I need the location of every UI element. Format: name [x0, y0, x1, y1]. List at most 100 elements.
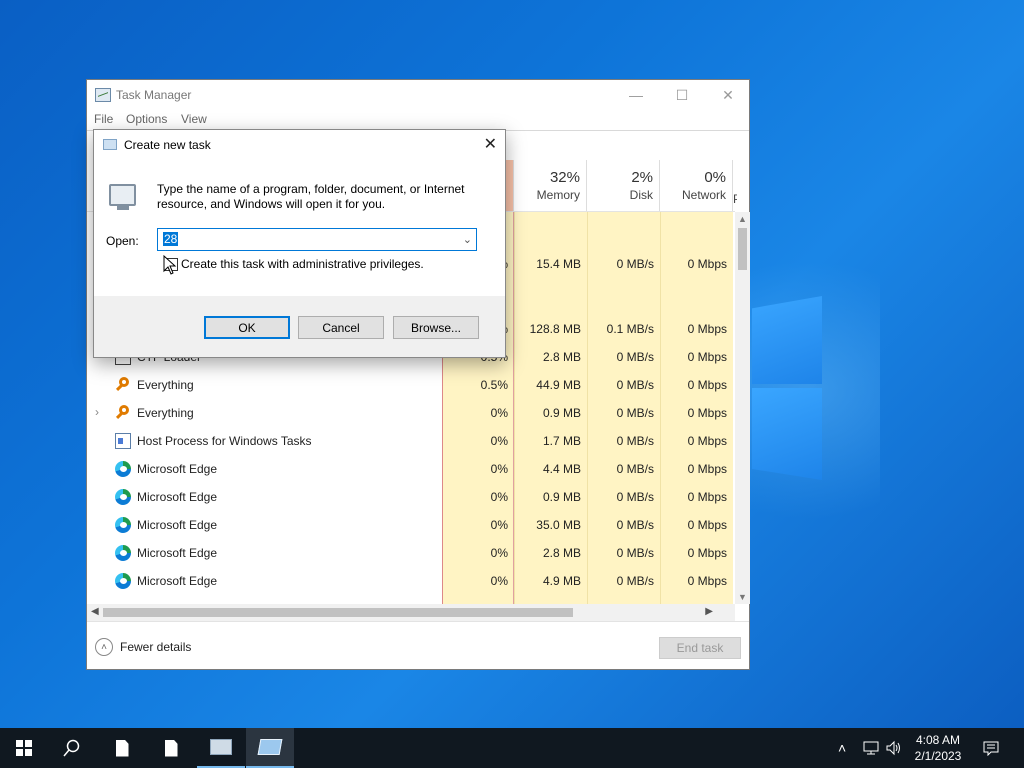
taskbar-file-1[interactable]: [98, 728, 146, 768]
cpu-cell: 0%: [490, 546, 508, 560]
disk-total: 2%: [631, 169, 653, 186]
end-task-button[interactable]: End task: [659, 637, 741, 659]
close-button[interactable]: ✕: [705, 80, 751, 110]
horizontal-scrollbar[interactable]: ◀ ▶: [87, 604, 735, 621]
dialog-body: Type the name of a program, folder, docu…: [94, 160, 505, 296]
expand-chevron-icon[interactable]: ›: [95, 405, 99, 419]
show-hidden-icons[interactable]: ˄: [838, 728, 846, 768]
disk-cell: 0 MB/s: [616, 434, 654, 448]
taskbar-run-dialog[interactable]: [246, 728, 294, 768]
disk-cell: 0 MB/s: [616, 518, 654, 532]
network-cell: 0 Mbps: [687, 406, 727, 420]
scroll-thumb[interactable]: [738, 228, 747, 270]
taskbar: ˄ 4:08 AM 2/1/2023: [0, 728, 1024, 768]
wallpaper-logo-pane: [752, 296, 822, 384]
column-header-network[interactable]: 0% Network: [660, 160, 733, 211]
cancel-button[interactable]: Cancel: [298, 316, 384, 339]
task-manager-icon: [95, 88, 111, 102]
admin-checkbox-label[interactable]: Create this task with administrative pri…: [181, 257, 424, 271]
disk-cell: 0 MB/s: [616, 462, 654, 476]
memory-cell: 15.4 MB: [536, 257, 581, 271]
memory-cell: 44.9 MB: [536, 378, 581, 392]
chevron-down-icon[interactable]: ⌄: [463, 233, 472, 246]
column-header-disk[interactable]: 2% Disk: [587, 160, 660, 211]
scroll-right-icon[interactable]: ▶: [705, 606, 713, 617]
disk-cell: 0 MB/s: [616, 546, 654, 560]
table-row[interactable]: Microsoft Edge 0% 0.9 MB 0 MB/s 0 Mbps: [87, 483, 733, 511]
volume-icon: [886, 740, 900, 756]
cpu-cell: 0.5%: [480, 378, 508, 392]
dialog-title-bar[interactable]: Create new task ✕: [94, 130, 505, 160]
open-input-value[interactable]: 28: [163, 232, 179, 246]
everything-icon: [115, 377, 131, 393]
edge-icon: [115, 461, 131, 477]
table-row[interactable]: Host Process for Windows Tasks 0% 1.7 MB…: [87, 427, 733, 455]
fewer-details-link[interactable]: Fewer details: [120, 640, 191, 654]
column-header-power[interactable]: P: [733, 160, 737, 211]
window-title: Task Manager: [116, 88, 192, 102]
menu-view[interactable]: View: [181, 112, 207, 126]
minimize-button[interactable]: —: [613, 80, 659, 110]
disk-label: Disk: [629, 188, 653, 202]
network-icon: [863, 741, 879, 755]
footer: ˄ Fewer details End task: [87, 621, 749, 671]
menu-options[interactable]: Options: [126, 112, 167, 126]
network-cell: 0 Mbps: [687, 434, 727, 448]
network-cell: 0 Mbps: [687, 462, 727, 476]
network-cell: 0 Mbps: [687, 546, 727, 560]
taskbar-task-manager[interactable]: [197, 728, 245, 768]
menu-file[interactable]: File: [94, 112, 113, 126]
run-icon: [103, 139, 117, 150]
network-cell: 0 Mbps: [687, 322, 727, 336]
memory-cell: 1.7 MB: [542, 434, 581, 448]
volume-tray-button[interactable]: [885, 728, 903, 768]
search-button[interactable]: [48, 728, 96, 768]
network-cell: 0 Mbps: [687, 518, 727, 532]
table-row[interactable]: › Everything 0% 0.9 MB 0 MB/s 0 Mbps: [87, 399, 733, 427]
memory-cell: 35.0 MB: [536, 518, 581, 532]
close-icon[interactable]: ✕: [484, 134, 497, 154]
open-label: Open:: [106, 234, 139, 248]
start-button[interactable]: [0, 728, 48, 768]
scroll-thumb[interactable]: [103, 608, 573, 617]
memory-label: Memory: [536, 188, 580, 202]
vertical-scrollbar[interactable]: ▲ ▼: [735, 212, 750, 604]
edge-icon: [115, 545, 131, 561]
column-header-memory[interactable]: 32% Memory: [514, 160, 587, 211]
table-row[interactable]: Microsoft Edge 0% 4.4 MB 0 MB/s 0 Mbps: [87, 455, 733, 483]
process-name: Microsoft Edge: [137, 518, 218, 532]
chevron-up-icon[interactable]: ˄: [95, 638, 113, 656]
disk-cell: 0.1 MB/s: [606, 322, 654, 336]
cpu-cell: 0%: [490, 462, 508, 476]
clock[interactable]: 4:08 AM 2/1/2023: [906, 732, 970, 764]
disk-cell: 0 MB/s: [616, 378, 654, 392]
maximize-button[interactable]: ☐: [659, 80, 705, 110]
taskbar-file-2[interactable]: [147, 728, 195, 768]
scroll-up-icon[interactable]: ▲: [738, 214, 747, 224]
windows-icon: [16, 740, 32, 756]
network-cell: 0 Mbps: [687, 257, 727, 271]
table-row[interactable]: Microsoft Edge 0% 2.8 MB 0 MB/s 0 Mbps: [87, 539, 733, 567]
table-row[interactable]: Microsoft Edge 0% 35.0 MB 0 MB/s 0 Mbps: [87, 511, 733, 539]
process-name: Microsoft Edge: [137, 546, 218, 560]
scroll-down-icon[interactable]: ▼: [738, 592, 747, 602]
notification-icon: [983, 741, 999, 756]
edge-icon: [115, 573, 131, 589]
memory-cell: 0.9 MB: [542, 406, 581, 420]
document-icon: [115, 739, 129, 757]
network-total: 0%: [704, 169, 726, 186]
browse-button[interactable]: Browse...: [393, 316, 479, 339]
everything-icon: [115, 405, 131, 421]
notifications-button[interactable]: [982, 728, 1000, 768]
network-tray-button[interactable]: [862, 728, 880, 768]
title-bar[interactable]: Task Manager — ☐ ✕: [87, 80, 749, 110]
table-row[interactable]: Microsoft Edge 0% 4.9 MB 0 MB/s 0 Mbps: [87, 567, 733, 595]
table-row[interactable]: Everything 0.5% 44.9 MB 0 MB/s 0 Mbps: [87, 371, 733, 399]
scroll-left-icon[interactable]: ◀: [91, 606, 99, 617]
open-combobox[interactable]: 28 ⌄: [157, 228, 477, 251]
power-label-partial: P: [733, 192, 737, 206]
wallpaper-logo-pane: [752, 388, 822, 480]
cpu-cell: 0%: [490, 490, 508, 504]
ok-button[interactable]: OK: [204, 316, 290, 339]
run-icon: [257, 739, 283, 755]
